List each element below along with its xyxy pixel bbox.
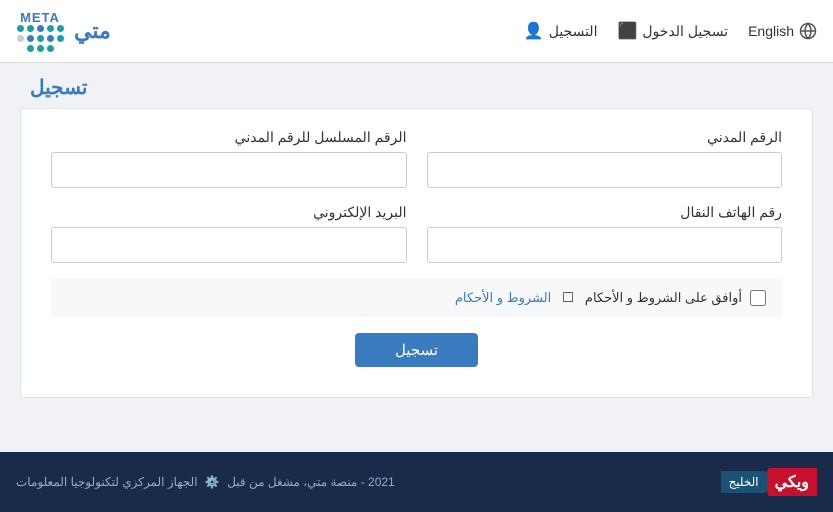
logo-dots [16, 25, 64, 53]
civil-id-group: الرقم المدني [427, 129, 783, 188]
dot [27, 25, 34, 32]
login-link[interactable]: تسجيل الدخول ⬛ [617, 21, 728, 41]
civil-id-input[interactable] [427, 152, 783, 188]
email-group: البريد الإلكتروني [51, 204, 407, 263]
dot [17, 25, 24, 32]
dot [37, 35, 44, 42]
language-switcher[interactable]: English [748, 22, 817, 40]
dot [47, 45, 54, 52]
form-row-1: الرقم المدني الرقم المسلسل للرقم المدني [51, 129, 782, 188]
register-link[interactable]: التسجيل 👤 [524, 21, 598, 41]
header-left-nav: English تسجيل الدخول ⬛ التسجيل 👤 [524, 21, 817, 41]
form-row-2: رقم الهاتف النقال البريد الإلكتروني [51, 204, 782, 263]
dot [17, 45, 24, 52]
dot [57, 45, 64, 52]
language-label: English [748, 23, 794, 39]
phone-input[interactable] [427, 227, 783, 263]
dot [37, 45, 44, 52]
footer-copyright: 2021 - منصة متي، مشغل من قبل [227, 475, 395, 489]
dot [47, 35, 54, 42]
terms-link[interactable]: الشروط و الأحكام [455, 290, 551, 306]
separator: □ [563, 289, 573, 307]
dot [17, 35, 24, 42]
gulf-label: الخليج [721, 471, 767, 493]
dot [27, 45, 34, 52]
serial-input[interactable] [51, 152, 407, 188]
terms-checkbox-row: أوافق على الشروط و الأحكام □ الشروط و ال… [51, 279, 782, 317]
submit-button[interactable]: تسجيل [355, 333, 478, 367]
dot [47, 25, 54, 32]
page-title-bar: تسجيل [0, 63, 833, 108]
logo-box: META [16, 10, 64, 53]
footer: ويكي الخليج 2021 - منصة متي، مشغل من قبل… [0, 452, 833, 512]
person-icon: 👤 [524, 21, 544, 41]
footer-logo: ويكي الخليج [721, 468, 817, 496]
page-title: تسجيل [30, 75, 803, 100]
register-label: التسجيل [549, 23, 598, 40]
serial-label: الرقم المسلسل للرقم المدني [51, 129, 407, 146]
footer-text: 2021 - منصة متي، مشغل من قبل ⚙️ الجهاز ا… [16, 475, 395, 489]
wiki-label: ويكي [767, 468, 817, 496]
login-icon: ⬛ [617, 21, 637, 41]
phone-label: رقم الهاتف النقال [427, 204, 783, 221]
header: English تسجيل الدخول ⬛ التسجيل 👤 متي MET… [0, 0, 833, 63]
dot [57, 35, 64, 42]
civil-id-label: الرقم المدني [427, 129, 783, 146]
footer-tech: الجهاز المركزي لتكنولوجيا المعلومات [16, 475, 198, 489]
phone-group: رقم الهاتف النقال [427, 204, 783, 263]
terms-checkbox[interactable] [750, 290, 766, 306]
login-label: تسجيل الدخول [642, 23, 728, 40]
dot [37, 25, 44, 32]
logo-area: متي META [16, 10, 111, 53]
agree-prefix: أوافق على الشروط و الأحكام [585, 290, 742, 305]
registration-form: الرقم المدني الرقم المسلسل للرقم المدني … [51, 129, 782, 367]
gear-icon: ⚙️ [205, 475, 220, 489]
dot [57, 25, 64, 32]
globe-icon [799, 22, 817, 40]
serial-group: الرقم المسلسل للرقم المدني [51, 129, 407, 188]
logo-arabic-text: متي [74, 18, 111, 44]
submit-row: تسجيل [51, 333, 782, 367]
email-label: البريد الإلكتروني [51, 204, 407, 221]
agree-label[interactable]: أوافق على الشروط و الأحكام [585, 290, 742, 306]
logo-meta-text: META [20, 10, 60, 25]
registration-form-card: الرقم المدني الرقم المسلسل للرقم المدني … [20, 108, 813, 398]
dot [27, 35, 34, 42]
email-input[interactable] [51, 227, 407, 263]
